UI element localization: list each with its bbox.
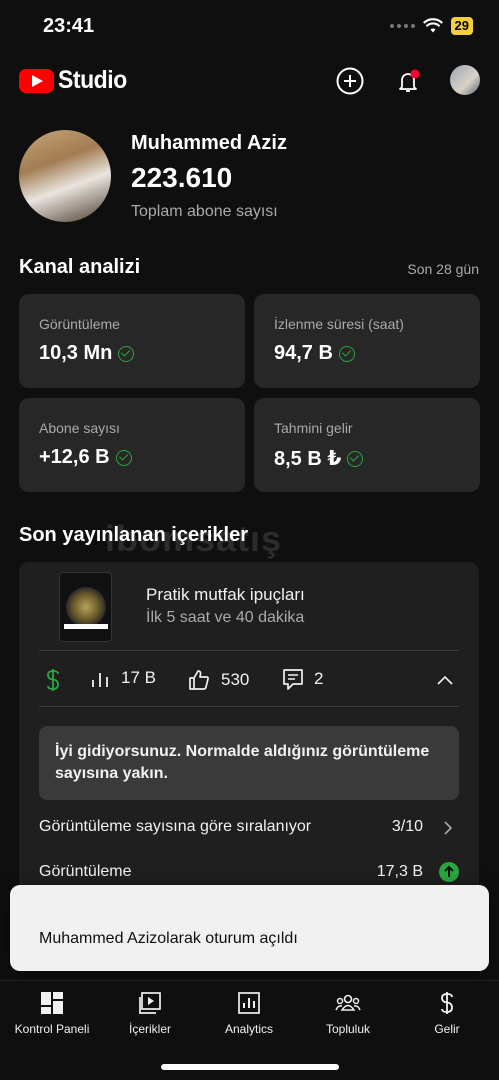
performance-insight: İyi gidiyorsunuz. Normalde aldığınız gör… xyxy=(39,726,459,800)
app-header: Studio xyxy=(0,60,499,100)
dashboard-icon xyxy=(2,989,102,1017)
youtube-play-icon xyxy=(19,68,54,93)
collapse-button[interactable] xyxy=(437,672,453,688)
bell-icon xyxy=(399,69,420,92)
comment-icon xyxy=(283,669,303,690)
nav-label: İçerikler xyxy=(128,1022,171,1036)
analytics-title: Kanal analizi xyxy=(19,256,141,278)
latest-video-card: Pratik mutfak ipuçları İlk 5 saat ve 40 … xyxy=(19,562,479,902)
channel-name: Muhammed Aziz xyxy=(131,132,287,154)
nav-label: Kontrol Paneli xyxy=(14,1022,90,1036)
comments-count: 2 xyxy=(314,669,324,688)
check-circle-icon xyxy=(115,449,132,466)
stat-label: İzlenme süresi (saat) xyxy=(274,316,404,332)
battery-indicator: 29 xyxy=(450,17,473,35)
home-indicator xyxy=(161,1064,339,1070)
thumbnail-caption-bar xyxy=(64,624,108,629)
nav-community[interactable]: Topluluk xyxy=(298,989,398,1036)
subscriber-count-label: Toplam abone sayısı xyxy=(131,203,278,220)
status-bar: 23:41 29 xyxy=(0,0,499,54)
check-circle-icon xyxy=(338,345,355,362)
views-label: Görüntüleme xyxy=(39,863,132,880)
nav-dashboard[interactable]: Kontrol Paneli xyxy=(2,989,102,1036)
views-count: 17 B xyxy=(121,668,156,687)
channel-profile: Muhammed Aziz 223.610 Toplam abone sayıs… xyxy=(19,128,479,228)
likes-metric: 530 xyxy=(187,668,249,692)
ranking-label: Görüntüleme sayısına göre sıralanıyor xyxy=(39,818,312,835)
views-value: 17,3 B xyxy=(376,863,423,880)
nav-analytics[interactable]: Analytics xyxy=(199,989,299,1036)
stat-label: Abone sayısı xyxy=(39,420,120,436)
video-thumbnail[interactable] xyxy=(59,572,112,642)
nav-label: Topluluk xyxy=(325,1022,371,1036)
dollar-icon xyxy=(397,989,497,1017)
video-title[interactable]: Pratik mutfak ipuçları xyxy=(146,585,305,605)
nav-content[interactable]: İçerikler xyxy=(100,989,200,1036)
wifi-icon xyxy=(422,18,443,33)
views-row: Görüntüleme 17,3 B xyxy=(39,862,459,882)
notifications-button[interactable] xyxy=(393,66,423,96)
stat-label: Tahmini gelir xyxy=(274,420,353,436)
stat-value: +12,6 B xyxy=(39,446,132,469)
status-icons: 29 xyxy=(389,17,473,35)
date-range-label: Son 28 gün xyxy=(407,261,479,277)
ranking-row[interactable]: Görüntüleme sayısına göre sıralanıyor 3/… xyxy=(39,818,459,836)
nav-earn[interactable]: Gelir xyxy=(397,989,497,1036)
comments-metric: 2 xyxy=(282,668,323,690)
revenue-card[interactable]: Tahmini gelir 8,5 B ₺ xyxy=(254,398,480,492)
stat-value: 8,5 B ₺ xyxy=(274,446,364,471)
stat-value-text: 8,5 B ₺ xyxy=(274,448,342,470)
create-button[interactable] xyxy=(335,66,365,96)
analytics-icon xyxy=(199,989,299,1017)
account-avatar[interactable] xyxy=(450,65,480,95)
ranking-value: 3/10 xyxy=(391,818,423,835)
stat-label: Görüntüleme xyxy=(39,316,120,332)
community-icon xyxy=(298,989,398,1017)
youtube-studio-logo: Studio xyxy=(19,66,133,95)
chevron-right-icon xyxy=(444,821,453,835)
recent-content-title: Son yayınlanan içerikler xyxy=(19,524,248,546)
check-circle-icon xyxy=(118,345,135,362)
toast-message: Muhammed Azizolarak oturum açıldı xyxy=(39,930,298,947)
divider xyxy=(39,650,459,651)
stat-value-text: +12,6 B xyxy=(39,446,110,468)
dollar-icon xyxy=(47,669,59,691)
nav-label: Gelir xyxy=(434,1022,460,1036)
trend-up-icon xyxy=(439,862,459,882)
check-circle-icon xyxy=(347,450,364,467)
thumbs-up-icon xyxy=(189,670,209,690)
content-icon xyxy=(100,989,200,1017)
subscribers-card[interactable]: Abone sayısı +12,6 B xyxy=(19,398,245,492)
views-card[interactable]: Görüntüleme 10,3 Mn xyxy=(19,294,245,388)
signal-icon xyxy=(389,24,415,28)
watch-time-card[interactable]: İzlenme süresi (saat) 94,7 B xyxy=(254,294,480,388)
signed-in-toast[interactable]: Muhammed Azizolarak oturum açıldı xyxy=(10,885,489,971)
logo-text: Studio xyxy=(58,66,127,94)
divider xyxy=(39,706,459,707)
channel-avatar xyxy=(19,130,111,222)
stat-value: 10,3 Mn xyxy=(39,342,135,365)
bar-chart-icon xyxy=(92,673,108,687)
video-age: İlk 5 saat ve 40 dakika xyxy=(146,609,305,626)
stat-value-text: 10,3 Mn xyxy=(39,342,113,364)
chevron-up-icon xyxy=(437,675,453,685)
nav-label: Analytics xyxy=(224,1022,274,1036)
views-metric: 17 B xyxy=(91,668,156,688)
add-circle-icon xyxy=(336,67,364,95)
likes-count: 530 xyxy=(221,670,250,689)
monetization-status xyxy=(45,668,61,692)
subscriber-count: 223.610 xyxy=(131,162,233,193)
stat-value: 94,7 B xyxy=(274,342,355,365)
stat-value-text: 94,7 B xyxy=(274,342,333,364)
status-time: 23:41 xyxy=(43,15,95,37)
thumbnail-image xyxy=(66,587,106,627)
